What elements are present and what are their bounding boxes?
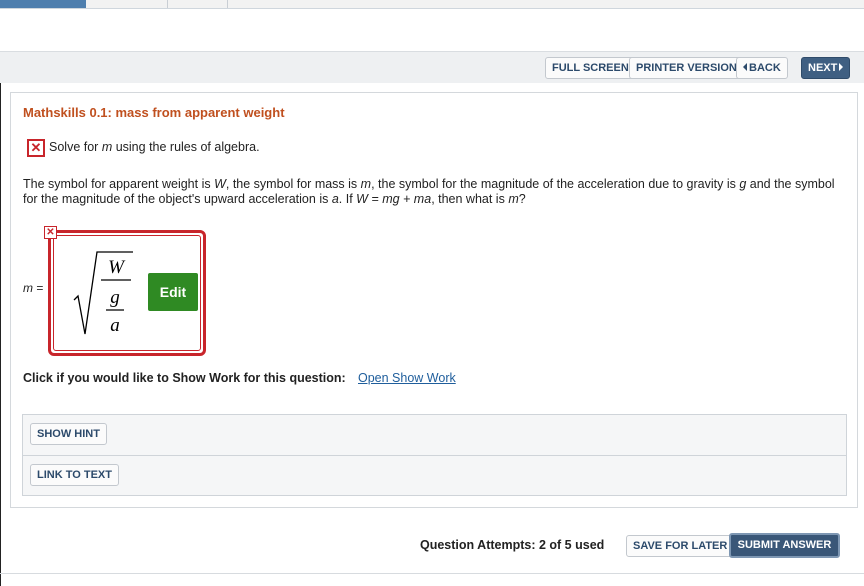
link-row: LINK TO TEXT — [23, 456, 846, 497]
answer-field-inner: W g a Edit — [53, 235, 201, 351]
body-a: a — [331, 192, 339, 206]
instruction-text: Solve for m using the rules of algebra. — [49, 140, 260, 154]
instruction-var: m — [101, 140, 113, 154]
link-to-text-button[interactable]: LINK TO TEXT — [30, 464, 119, 486]
x-mark-icon: ✕ — [44, 226, 57, 239]
body-W: W — [214, 177, 226, 191]
next-label: NEXT — [808, 62, 838, 74]
hint-row: SHOW HINT — [23, 415, 846, 456]
instruction-prefix: Solve for — [49, 140, 102, 154]
top-tab-bar — [0, 0, 864, 9]
body-m2: m — [508, 192, 519, 206]
body-m: m — [360, 177, 372, 191]
open-show-work-link[interactable]: Open Show Work — [358, 371, 456, 385]
tab-third[interactable] — [168, 0, 228, 8]
question-panel: Mathskills 0.1: mass from apparent weigh… — [10, 92, 858, 508]
printer-version-button[interactable]: PRINTER VERSION — [629, 57, 744, 79]
edit-button[interactable]: Edit — [148, 273, 198, 311]
body-t2: , the symbol for mass is — [225, 177, 361, 191]
question-toolbar: FULL SCREEN PRINTER VERSION BACK NEXT — [0, 51, 864, 83]
answer-label-eq: = — [33, 281, 44, 295]
answer-field[interactable]: W g a Edit — [48, 230, 206, 356]
back-label: BACK — [749, 62, 781, 74]
next-button[interactable]: NEXT — [801, 57, 851, 79]
question-body: The symbol for apparent weight is W, the… — [23, 177, 849, 207]
body-t5: . If — [338, 192, 357, 206]
x-mark-icon: ✕ — [27, 139, 45, 157]
chevron-left-icon — [743, 63, 747, 72]
body-t1: The symbol for apparent weight is — [23, 177, 215, 191]
body-t3: , the symbol for the magnitude of the ac… — [371, 177, 740, 191]
save-for-later-button[interactable]: SAVE FOR LATER — [626, 535, 735, 557]
expression-numerator: W — [108, 257, 126, 278]
submit-answer-button[interactable]: SUBMIT ANSWER — [729, 533, 840, 558]
tab-second[interactable] — [86, 0, 168, 8]
question-title: Mathskills 0.1: mass from apparent weigh… — [23, 105, 285, 120]
instruction-suffix: using the rules of algebra. — [112, 140, 260, 154]
chevron-right-icon — [839, 63, 844, 72]
show-work-label: Click if you would like to Show Work for… — [23, 371, 346, 385]
body-t6: , then what is — [431, 192, 509, 206]
left-divider — [0, 83, 1, 586]
bottom-divider — [0, 573, 864, 574]
tab-active[interactable] — [0, 0, 86, 8]
answer-expression: W g a — [73, 251, 133, 336]
hints-section: SHOW HINT LINK TO TEXT — [22, 414, 847, 496]
expression-inner-denominator: a — [110, 315, 120, 336]
full-screen-button[interactable]: FULL SCREEN — [545, 57, 636, 79]
body-t7: ? — [518, 192, 526, 206]
expression-inner-numerator: g — [110, 287, 120, 308]
attempts-counter: Question Attempts: 2 of 5 used — [420, 538, 605, 552]
answer-label: m = — [23, 281, 43, 295]
answer-label-var: m — [23, 281, 33, 295]
show-hint-button[interactable]: SHOW HINT — [30, 423, 107, 445]
back-button[interactable]: BACK — [736, 57, 788, 79]
body-equation: W = mg + ma — [356, 192, 432, 206]
radical-sign — [73, 251, 133, 335]
